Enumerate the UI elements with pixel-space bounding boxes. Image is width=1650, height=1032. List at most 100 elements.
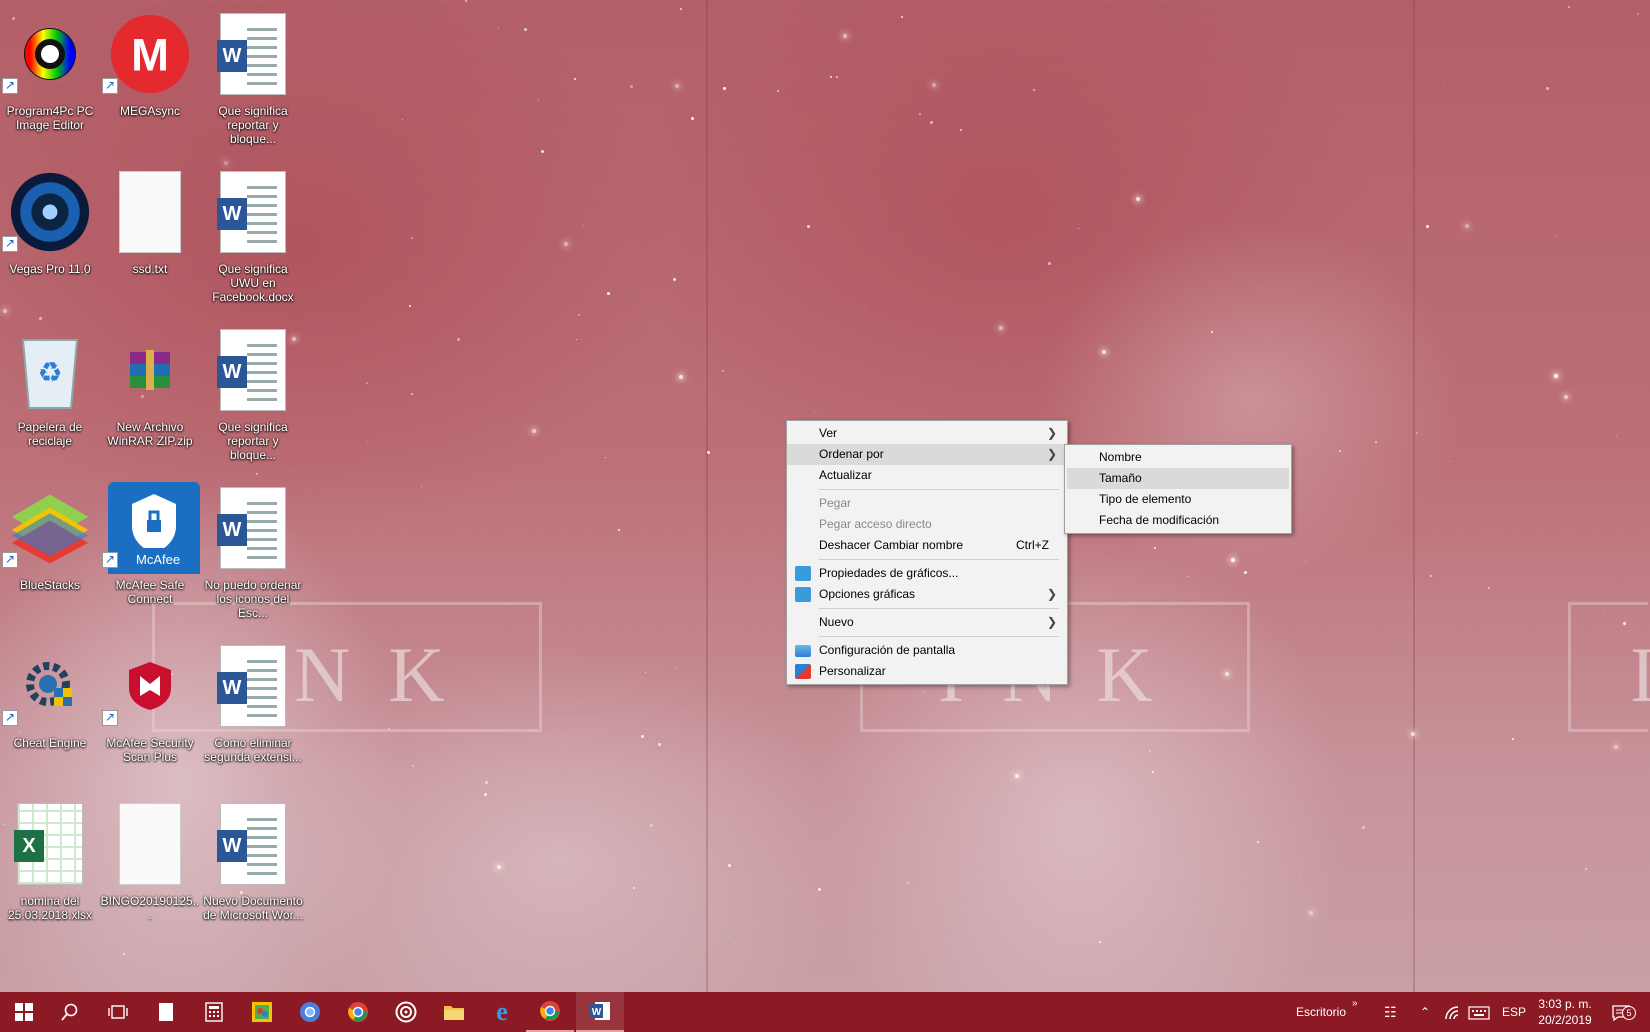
wallpaper-star (924, 691, 925, 692)
desktop-icon-bluestacks[interactable]: ↗ BlueStacks (0, 476, 100, 626)
wallpaper-star (1225, 672, 1229, 676)
wallpaper-star (564, 242, 568, 246)
wallpaper-star (1554, 374, 1558, 378)
menu-item-propiedades-graficos[interactable]: Propiedades de gráficos... (787, 563, 1067, 584)
wallpaper-star (578, 314, 580, 316)
menu-item-ordenar-por[interactable]: Ordenar por ❯ (787, 444, 1067, 465)
keyboard-icon[interactable] (1468, 992, 1490, 1032)
wallpaper-star (1614, 745, 1618, 749)
menu-item-deshacer[interactable]: Deshacer Cambiar nombre Ctrl+Z (787, 535, 1067, 556)
clock[interactable]: 3:03 p. m. 20/2/2019 (1530, 996, 1600, 1028)
taskbar-calculator[interactable] (190, 992, 238, 1032)
wallpaper-star (412, 765, 414, 767)
submenu-item-fecha[interactable]: Fecha de modificación (1067, 510, 1289, 531)
desktop-icon-word-doc[interactable]: W No puedo ordenar los iconos del Esc... (203, 476, 303, 626)
menu-item-label: Nombre (1099, 450, 1142, 464)
desktop-icon-text-file[interactable]: ssd.txt (100, 160, 200, 310)
taskbar-chromium[interactable] (286, 992, 334, 1032)
chevron-right-icon: ❯ (1046, 615, 1057, 629)
wallpaper-star (1099, 941, 1101, 943)
desktop-icon-excel-doc[interactable]: X nomina del 25.03.2018.xlsx (0, 792, 100, 942)
submenu-item-tamano[interactable]: Tamaño (1067, 468, 1289, 489)
desktop-icon-word-doc[interactable]: W Como eliminar segunda extensi... (203, 634, 303, 784)
taskbar-file-explorer[interactable] (430, 992, 478, 1032)
task-view-button[interactable] (94, 992, 142, 1032)
menu-item-label: Configuración de pantalla (819, 643, 956, 657)
menu-item-pegar-acceso-directo[interactable]: Pegar acceso directo (787, 514, 1067, 535)
desktop-icon-image-editor[interactable]: ↗ Program4Pc PC Image Editor (0, 2, 100, 152)
wallpaper-star (583, 225, 584, 226)
start-button[interactable] (0, 992, 48, 1032)
menu-item-ver[interactable]: Ver ❯ (787, 423, 1067, 444)
desktop-icon-label: Que significa reportar y bloque... (218, 420, 288, 462)
desktop-icon-label: Nuevo Documento de Microsoft Wor... (203, 894, 303, 922)
taskbar-target-app[interactable] (382, 992, 430, 1032)
shortcut-arrow-icon: ↗ (102, 552, 118, 568)
menu-item-pegar[interactable]: Pegar (787, 493, 1067, 514)
submenu-item-tipo[interactable]: Tipo de elemento (1067, 489, 1289, 510)
tray-toolbar-label[interactable]: Escritorio (1296, 992, 1346, 1032)
bluestacks-icon (10, 484, 90, 572)
wallpaper-star (901, 16, 903, 18)
desktop-icon-winrar[interactable]: New Archivo WinRAR ZIP.zip (100, 318, 200, 468)
menu-separator (819, 608, 1059, 609)
menu-item-opciones-graficas[interactable]: Opciones gráficas ❯ (787, 584, 1067, 605)
wallpaper-star (743, 741, 744, 742)
wallpaper-star (728, 864, 731, 867)
calculator-icon (205, 1002, 223, 1022)
wallpaper-star (1637, 13, 1639, 15)
desktop-icon-word-doc[interactable]: W Nuevo Documento de Microsoft Wor... (203, 792, 303, 942)
taskbar-word-open[interactable]: W (576, 992, 624, 1032)
wallpaper-star (641, 735, 644, 738)
wallpaper-star (1257, 841, 1259, 843)
wallpaper-star (1585, 868, 1587, 870)
language-indicator[interactable]: ESP (1502, 992, 1526, 1032)
chevron-right-icon: ❯ (1046, 447, 1057, 461)
desktop-icon-megasync[interactable]: M ↗ MEGAsync (100, 2, 200, 152)
people-icon[interactable]: ☷ (1384, 992, 1397, 1032)
action-center-button[interactable]: 5 (1612, 992, 1636, 1032)
desktop-icon-recycle-bin[interactable]: ♻ Papelera de reciclaje (0, 318, 100, 468)
desktop-icon-mcafee-security[interactable]: ↗ McAfee Security Scan Plus (100, 634, 200, 784)
excel-doc-icon: X (10, 800, 90, 888)
network-icon[interactable] (1444, 992, 1460, 1032)
desktop-icon-vegas[interactable]: ↗ Vegas Pro 11.0 (0, 160, 100, 310)
wallpaper-star (532, 429, 536, 433)
desktop-icon-mcafee-safe-connect[interactable]: McAfee ↗ McAfee Safe Connect (100, 476, 200, 626)
wallpaper-star (1564, 395, 1568, 399)
wallpaper-star (367, 441, 368, 442)
wallpaper-star (999, 326, 1003, 330)
search-button[interactable] (46, 992, 94, 1032)
taskbar-edge[interactable]: e (478, 992, 526, 1032)
menu-item-label: Tamaño (1099, 471, 1142, 485)
toolbar-expand-icon[interactable]: » (1352, 984, 1358, 1024)
menu-item-personalizar[interactable]: Personalizar (787, 661, 1067, 682)
desktop-icon-blank-file[interactable]: BINGO20190125... (100, 792, 200, 942)
chevron-up-icon[interactable]: ⌃ (1420, 992, 1430, 1032)
chrome-icon (540, 1001, 560, 1021)
menu-item-nuevo[interactable]: Nuevo ❯ (787, 612, 1067, 633)
taskbar-chrome-open[interactable] (526, 992, 574, 1032)
menu-item-actualizar[interactable]: Actualizar (787, 465, 1067, 486)
desktop-icon-word-doc[interactable]: W Que significa reportar y bloque... (203, 318, 303, 468)
desktop-icon-word-doc[interactable]: W Que significa reportar y bloque... (203, 2, 303, 152)
desktop-icon-cheat-engine[interactable]: ↗ Cheat Engine (0, 634, 100, 784)
folder-icon (444, 1006, 464, 1020)
wallpaper-star (1152, 771, 1154, 773)
wallpaper-star (421, 486, 422, 487)
taskbar-chrome[interactable] (334, 992, 382, 1032)
wallpaper-star (907, 882, 909, 884)
desktop-icon-word-doc[interactable]: W Que significa UWU en Facebook.docx (203, 160, 303, 310)
desktop-icon-label: Que significa UWU en Facebook.docx (212, 262, 294, 304)
taskbar-notepad[interactable] (142, 992, 190, 1032)
wallpaper-star (865, 308, 866, 309)
wallpaper-star (630, 85, 633, 88)
wallpaper-star (538, 99, 539, 100)
wallpaper-star (1555, 235, 1556, 236)
word-icon: W (590, 1002, 610, 1020)
menu-item-configuracion-pantalla[interactable]: Configuración de pantalla (787, 640, 1067, 661)
svg-text:♻: ♻ (37, 357, 62, 388)
taskbar-paint[interactable] (238, 992, 286, 1032)
menu-item-label: Deshacer Cambiar nombre (819, 538, 964, 552)
submenu-item-nombre[interactable]: Nombre (1067, 447, 1289, 468)
